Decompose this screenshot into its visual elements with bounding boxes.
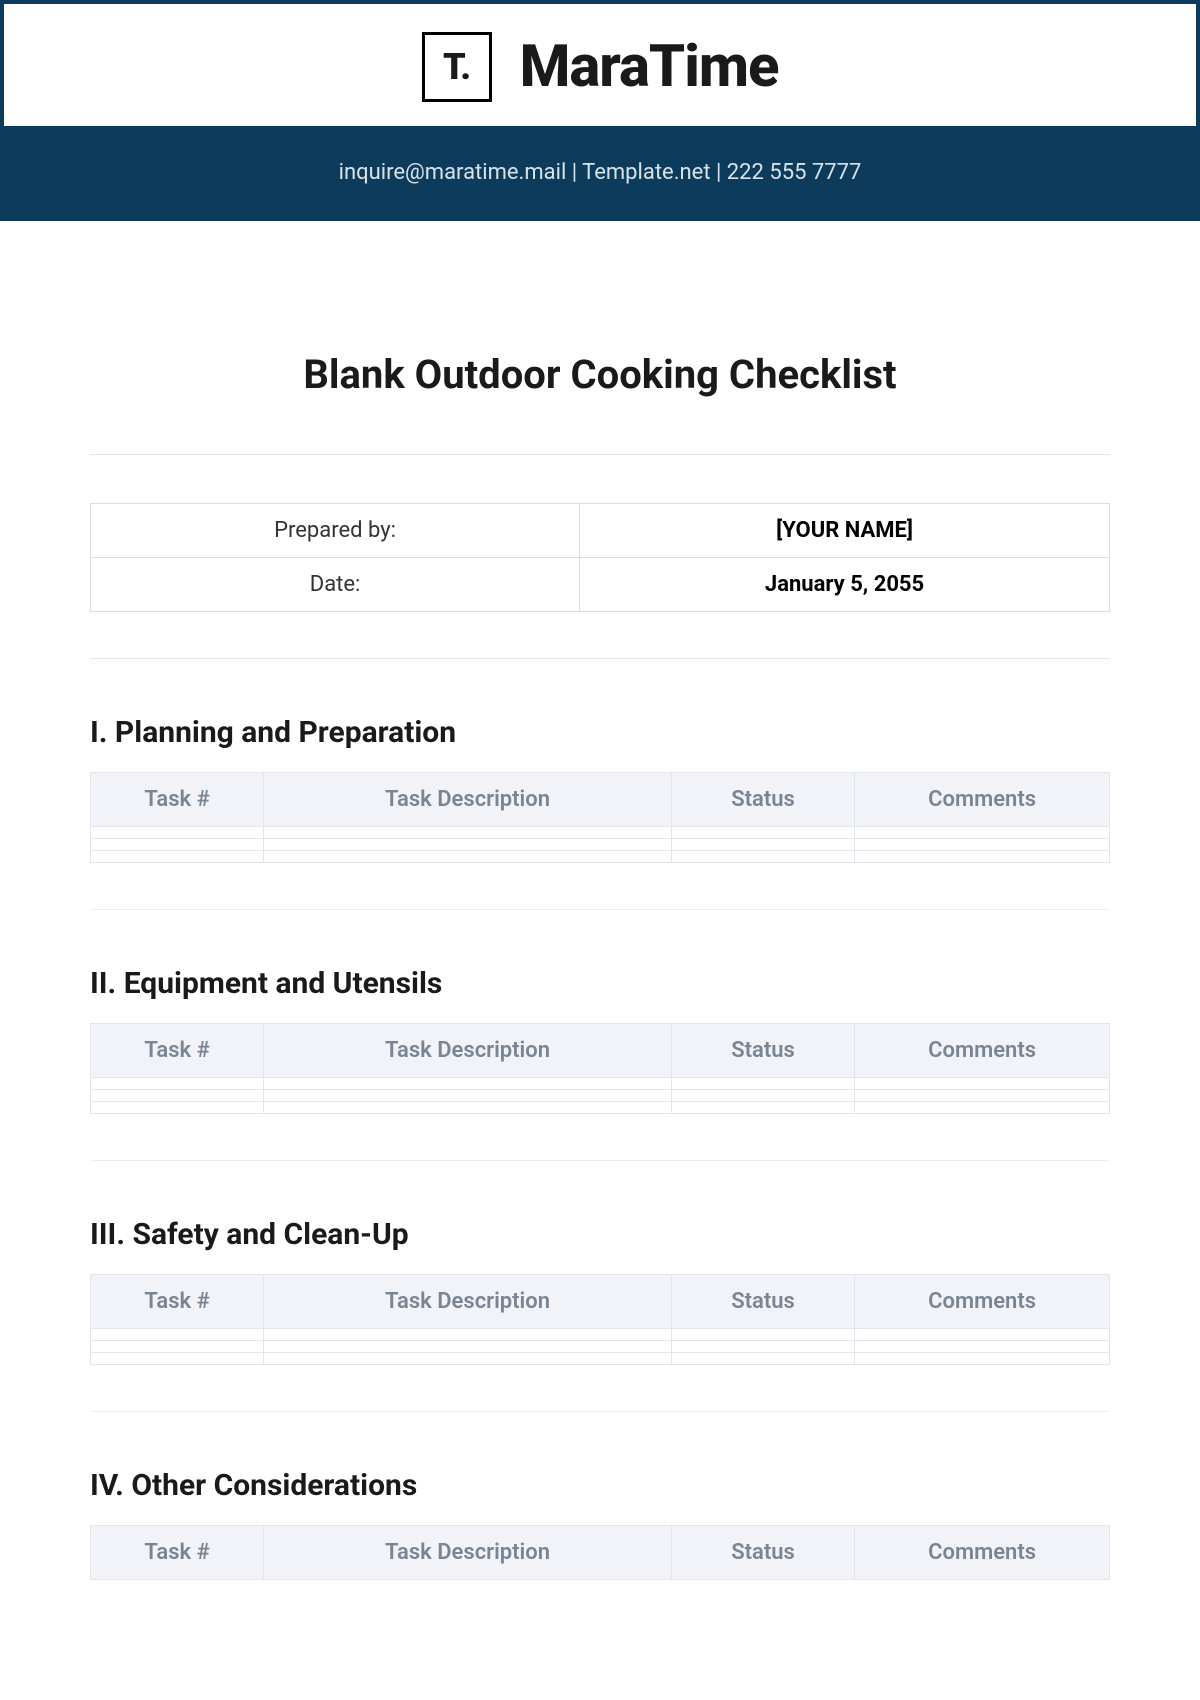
task-table: Task # Task Description Status Comments [90, 1023, 1110, 1114]
col-task-num: Task # [91, 1275, 264, 1329]
section-heading: IV. Other Considerations [90, 1468, 1110, 1503]
section-planning: I. Planning and Preparation Task # Task … [90, 715, 1110, 910]
contact-bar: inquire@maratime.mail | Template.net | 2… [4, 126, 1196, 221]
col-task-desc: Task Description [264, 1526, 672, 1580]
divider [90, 909, 1110, 910]
page-title: Blank Outdoor Cooking Checklist [90, 351, 1110, 398]
meta-table: Prepared by: [YOUR NAME] Date: January 5… [90, 503, 1110, 612]
section-safety: III. Safety and Clean-Up Task # Task Des… [90, 1217, 1110, 1412]
col-status: Status [671, 773, 854, 827]
date-label: Date: [91, 558, 580, 612]
table-header-row: Task # Task Description Status Comments [91, 773, 1110, 827]
document-body: Blank Outdoor Cooking Checklist Prepared… [0, 351, 1200, 1620]
logo-text: T. [443, 46, 470, 88]
date-value: January 5, 2055 [580, 558, 1110, 612]
section-heading: II. Equipment and Utensils [90, 966, 1110, 1001]
col-comments: Comments [855, 1526, 1110, 1580]
table-row [91, 1353, 1110, 1365]
section-other: IV. Other Considerations Task # Task Des… [90, 1468, 1110, 1580]
task-table: Task # Task Description Status Comments [90, 1274, 1110, 1365]
table-row [91, 839, 1110, 851]
col-task-desc: Task Description [264, 1024, 672, 1078]
col-status: Status [671, 1024, 854, 1078]
header-bar: T. MaraTime [4, 4, 1196, 126]
col-comments: Comments [855, 1024, 1110, 1078]
section-equipment: II. Equipment and Utensils Task # Task D… [90, 966, 1110, 1161]
table-header-row: Task # Task Description Status Comments [91, 1526, 1110, 1580]
task-table: Task # Task Description Status Comments [90, 1525, 1110, 1580]
divider [90, 1160, 1110, 1161]
table-row [91, 1341, 1110, 1353]
col-status: Status [671, 1275, 854, 1329]
divider [90, 454, 1110, 455]
table-row [91, 827, 1110, 839]
col-comments: Comments [855, 773, 1110, 827]
col-task-num: Task # [91, 773, 264, 827]
contact-text: inquire@maratime.mail | Template.net | 2… [339, 160, 862, 185]
table-header-row: Task # Task Description Status Comments [91, 1024, 1110, 1078]
col-status: Status [671, 1526, 854, 1580]
table-row [91, 1078, 1110, 1090]
table-row [91, 1329, 1110, 1341]
table-row [91, 851, 1110, 863]
col-task-desc: Task Description [264, 773, 672, 827]
table-row: Date: January 5, 2055 [91, 558, 1110, 612]
logo-icon: T. [422, 32, 492, 102]
col-task-desc: Task Description [264, 1275, 672, 1329]
divider [90, 1411, 1110, 1412]
brand-name: MaraTime [520, 33, 779, 101]
prepared-by-value: [YOUR NAME] [580, 504, 1110, 558]
col-task-num: Task # [91, 1526, 264, 1580]
col-task-num: Task # [91, 1024, 264, 1078]
divider [90, 658, 1110, 659]
table-header-row: Task # Task Description Status Comments [91, 1275, 1110, 1329]
section-heading: III. Safety and Clean-Up [90, 1217, 1110, 1252]
table-row: Prepared by: [YOUR NAME] [91, 504, 1110, 558]
table-row [91, 1090, 1110, 1102]
task-table: Task # Task Description Status Comments [90, 772, 1110, 863]
section-heading: I. Planning and Preparation [90, 715, 1110, 750]
table-row [91, 1102, 1110, 1114]
document-frame: T. MaraTime inquire@maratime.mail | Temp… [0, 0, 1200, 221]
prepared-by-label: Prepared by: [91, 504, 580, 558]
col-comments: Comments [855, 1275, 1110, 1329]
